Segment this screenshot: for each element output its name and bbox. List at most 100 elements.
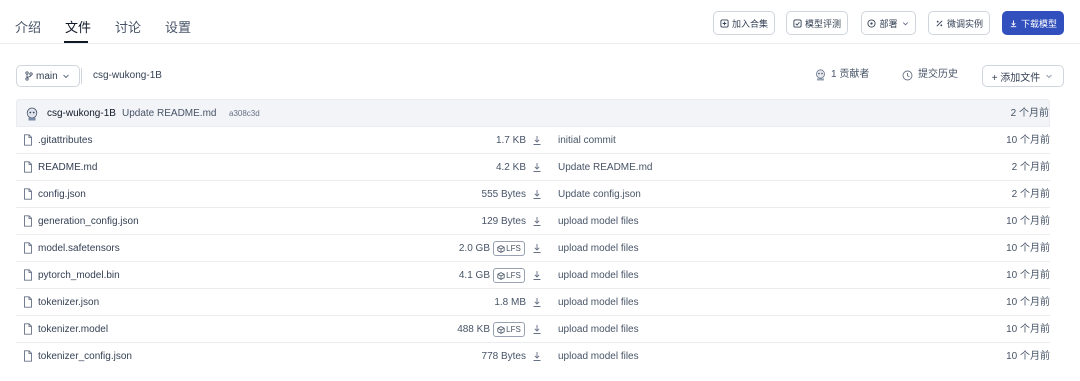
file-icon — [24, 269, 32, 281]
download-icon[interactable] — [532, 215, 542, 227]
file-icon — [24, 134, 32, 146]
file-commit-time: 10 个月前 — [1006, 216, 1050, 227]
file-commit-message[interactable]: initial commit — [558, 135, 616, 147]
finetune-icon — [936, 19, 943, 27]
repo-tabs: 介绍 文件 讨论 设置 加入合集 模型评测 部署 微调实例 下载模型 — [0, 0, 1080, 44]
file-name[interactable]: tokenizer.model — [38, 324, 108, 336]
download-icon[interactable] — [532, 269, 542, 281]
lfs-label: LFS — [506, 271, 521, 280]
file-size: 4.2 KB — [495, 162, 526, 173]
lfs-badge: LFS — [493, 241, 525, 256]
file-icon — [24, 188, 32, 200]
file-size: 4.1 GB — [458, 270, 490, 281]
add-collection-label: 加入合集 — [731, 18, 768, 29]
file-icon — [24, 323, 32, 335]
contributors-count: 1 贡献者 — [831, 69, 870, 80]
collection-icon — [720, 18, 729, 28]
file-size: 2.0 GB — [458, 243, 490, 254]
tab-intro[interactable]: 介绍 — [15, 20, 41, 36]
file-name[interactable]: README.md — [38, 162, 97, 174]
file-commit-time: 10 个月前 — [1006, 135, 1050, 146]
lfs-badge: LFS — [493, 322, 525, 337]
chevron-down-icon — [902, 21, 908, 25]
file-name[interactable]: tokenizer.json — [38, 297, 99, 309]
file-commit-time: 2 个月前 — [1011, 189, 1050, 200]
commit-message[interactable]: Update README.md — [122, 108, 216, 120]
file-icon — [24, 242, 32, 254]
file-icon — [24, 296, 32, 308]
file-size: 488 KB — [457, 324, 490, 335]
file-row: tokenizer.json 1.8 MB upload model files 10… — [16, 289, 1050, 316]
model-eval-label: 模型评测 — [804, 18, 841, 29]
eval-icon — [793, 18, 802, 28]
download-icon — [1010, 19, 1017, 27]
file-row: config.json 555 Bytes Update config.json 2 … — [16, 181, 1050, 208]
file-size: 778 Bytes — [481, 351, 526, 362]
add-collection-button[interactable]: 加入合集 — [713, 11, 775, 35]
download-icon[interactable] — [532, 350, 542, 362]
download-icon[interactable] — [532, 242, 542, 254]
download-model-button[interactable]: 下载模型 — [1002, 11, 1064, 35]
file-commit-message[interactable]: upload model files — [558, 351, 639, 363]
file-commit-message[interactable]: upload model files — [558, 216, 639, 228]
finetune-label: 微调实例 — [946, 18, 983, 29]
clock-icon — [902, 70, 913, 80]
file-row: .gitattributes 1.7 KB initial commit 10 个月前 — [16, 127, 1050, 154]
commit-author[interactable]: csg-wukong-1B — [47, 108, 116, 120]
model-eval-button[interactable]: 模型评测 — [786, 11, 848, 35]
download-icon[interactable] — [532, 323, 542, 335]
file-icon — [24, 161, 32, 173]
git-branch-icon — [25, 71, 33, 81]
file-name[interactable]: generation_config.json — [38, 216, 139, 228]
download-icon[interactable] — [532, 296, 542, 308]
file-name[interactable]: pytorch_model.bin — [38, 270, 120, 282]
file-commit-time: 2 个月前 — [1011, 162, 1050, 173]
commit-hash[interactable]: a308c3d — [229, 109, 260, 119]
last-commit-row: csg-wukong-1B Update README.md a308c3d 2… — [16, 99, 1050, 127]
file-commit-message[interactable]: upload model files — [558, 297, 639, 309]
download-icon[interactable] — [532, 188, 542, 200]
file-size: 1.7 KB — [495, 135, 526, 146]
file-name[interactable]: config.json — [38, 189, 86, 201]
lfs-icon — [497, 325, 505, 334]
file-commit-message[interactable]: upload model files — [558, 270, 639, 282]
deploy-dropdown[interactable]: 部署 — [861, 11, 916, 35]
commit-history-link[interactable]: 提交历史 — [902, 69, 958, 81]
file-name[interactable]: model.safetensors — [38, 243, 120, 255]
download-icon[interactable] — [532, 134, 542, 146]
file-commit-message[interactable]: Update README.md — [558, 162, 652, 174]
file-name[interactable]: .gitattributes — [38, 135, 92, 147]
tab-files[interactable]: 文件 — [65, 20, 91, 36]
add-file-dropdown[interactable]: + 添加文件 — [982, 65, 1064, 87]
lfs-label: LFS — [506, 325, 521, 334]
file-commit-time: 10 个月前 — [1006, 243, 1050, 254]
commit-history-label: 提交历史 — [918, 69, 958, 80]
divider — [81, 68, 82, 84]
repo-path[interactable]: csg-wukong-1B — [93, 70, 162, 82]
lfs-icon — [497, 271, 505, 280]
file-row: README.md 4.2 KB Update README.md 2 个月前 — [16, 154, 1050, 181]
file-commit-message[interactable]: upload model files — [558, 243, 639, 255]
file-commit-message[interactable]: Update config.json — [558, 189, 641, 201]
file-commit-time: 10 个月前 — [1006, 351, 1050, 362]
add-file-label: + 添加文件 — [991, 72, 1041, 84]
file-row: tokenizer_config.json 778 Bytes upload mod… — [16, 343, 1050, 370]
tab-settings[interactable]: 设置 — [165, 20, 191, 36]
file-commit-time: 10 个月前 — [1006, 270, 1050, 281]
file-name[interactable]: tokenizer_config.json — [38, 351, 132, 363]
lfs-label: LFS — [506, 244, 521, 253]
download-icon[interactable] — [532, 161, 542, 173]
download-model-label: 下载模型 — [1020, 18, 1057, 29]
file-commit-time: 10 个月前 — [1006, 324, 1050, 335]
file-icon — [24, 215, 32, 227]
file-commit-time: 10 个月前 — [1006, 297, 1050, 308]
finetune-button[interactable]: 微调实例 — [928, 11, 990, 35]
chevron-down-icon — [62, 74, 69, 79]
file-row: generation_config.json 129 Bytes upload mo… — [16, 208, 1050, 235]
file-icon — [24, 350, 32, 362]
branch-selector[interactable]: main — [16, 65, 80, 87]
contributors-link[interactable]: 1 贡献者 — [815, 69, 869, 81]
tab-discussion[interactable]: 讨论 — [115, 20, 141, 36]
contributor-avatar-icon — [816, 69, 825, 81]
file-commit-message[interactable]: upload model files — [558, 324, 639, 336]
